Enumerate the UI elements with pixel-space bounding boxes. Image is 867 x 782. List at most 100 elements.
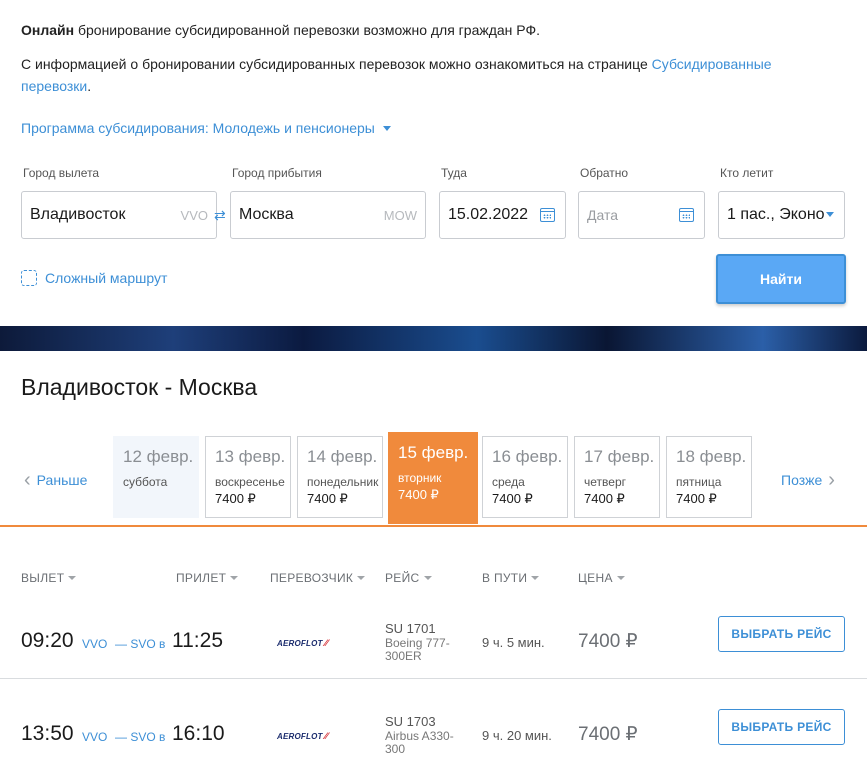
sort-icon (616, 576, 625, 580)
departure-time: 13:50 (21, 722, 74, 745)
info-text-2: С информацией о бронировании субсидирова… (21, 56, 652, 72)
header-label: РЕЙС (385, 571, 420, 585)
duration: 9 ч. 5 мин. (482, 635, 545, 650)
date-card[interactable]: 17 февр. четверг 7400 ₽ (574, 436, 660, 518)
date-card-weekday: среда (492, 475, 525, 489)
departure-time: 09:20 (21, 629, 74, 652)
wing-icon: ⁄⁄ (324, 731, 329, 741)
info-bold: Онлайн (21, 22, 75, 38)
aircraft: Boeing 777-300ER (385, 636, 450, 663)
there-date-field[interactable]: 15.02.2022 (439, 191, 566, 239)
header-label: ПЕРЕВОЗЧИК (270, 571, 354, 585)
from-value: Владивосток (30, 206, 126, 223)
header-label: ПРИЛЕТ (176, 571, 227, 585)
price: 7400 ₽ (578, 724, 638, 745)
header-flight[interactable]: РЕЙС (385, 571, 432, 585)
banner-image (0, 326, 867, 351)
date-card-weekday: вторник (398, 471, 442, 485)
header-arrival[interactable]: ПРИЛЕТ (176, 571, 239, 585)
aeroflot-logo: AEROFLOT ⁄⁄ (277, 638, 328, 648)
calendar-icon[interactable] (540, 208, 555, 222)
flight-number: SU 1703 (385, 714, 436, 729)
sort-icon (357, 576, 366, 580)
arrival-time: 16:10 (172, 722, 225, 745)
date-navigation: ‹ Раньше 12 февр. суббота 13 февр. воскр… (0, 432, 867, 527)
date-card[interactable]: 14 февр. понедельник 7400 ₽ (297, 436, 383, 518)
date-card-date: 16 февр. (492, 447, 563, 466)
select-flight-button[interactable]: ВЫБРАТЬ РЕЙС (718, 709, 845, 745)
chevron-right-icon: › (828, 469, 835, 491)
info-line-1: Онлайн бронирование субсидированной пере… (21, 19, 540, 41)
date-card-price: 7400 ₽ (398, 487, 439, 502)
who-value: 1 пас., Эконо (727, 206, 825, 223)
select-flight-button[interactable]: ВЫБРАТЬ РЕЙС (718, 616, 845, 652)
calendar-icon[interactable] (679, 208, 694, 222)
date-card-weekday: четверг (584, 475, 626, 489)
wing-icon: ⁄⁄ (324, 638, 329, 648)
sort-icon (68, 576, 77, 580)
caret-down-icon (826, 212, 834, 217)
header-duration[interactable]: В ПУТИ (482, 571, 540, 585)
later-label: Позже (781, 472, 823, 488)
date-card-price: 7400 ₽ (307, 491, 348, 506)
from-label: Город вылета (23, 166, 100, 180)
date-card-price: 7400 ₽ (676, 491, 717, 506)
flight-number: SU 1701 (385, 621, 436, 636)
info-text: бронирование субсидированной перевозки в… (74, 22, 541, 38)
date-card[interactable]: 18 февр. пятница 7400 ₽ (666, 436, 752, 518)
from-code: VVO (180, 207, 208, 223)
earlier-label: Раньше (36, 472, 88, 488)
info-line-2: С информацией о бронировании субсидирова… (21, 53, 811, 97)
date-card-date: 18 февр. (676, 447, 747, 466)
to-code: MOW (383, 207, 417, 223)
date-card[interactable]: 13 февр. воскресенье 7400 ₽ (205, 436, 291, 518)
flight-row: 09:20 VVO — SVO в 11:25 AEROFLOT ⁄⁄ SU 17… (0, 609, 867, 701)
header-carrier[interactable]: ПЕРЕВОЗЧИК (270, 571, 366, 585)
back-date-field[interactable]: Дата (578, 191, 705, 239)
date-card-price: 7400 ₽ (584, 491, 625, 506)
header-label: ВЫЛЕТ (21, 571, 65, 585)
from-field[interactable]: Владивосток VVO (21, 191, 217, 239)
back-placeholder: Дата (587, 207, 619, 223)
date-card: 12 февр. суббота (113, 436, 199, 518)
earlier-button[interactable]: ‹ Раньше (24, 469, 88, 491)
departure-code: VVO (82, 637, 108, 651)
swap-icon[interactable]: ⇄ (214, 207, 226, 224)
header-price[interactable]: ЦЕНА (578, 571, 625, 585)
find-button[interactable]: Найти (716, 254, 846, 304)
date-card-weekday: пятница (676, 475, 722, 489)
departure-code: VVO (82, 730, 108, 744)
arrival-time: 11:25 (172, 629, 223, 652)
later-button[interactable]: Позже › (781, 469, 835, 491)
flight-row: 13:50 VVO — SVO в 16:10 AEROFLOT ⁄⁄ SU 17… (0, 702, 867, 782)
header-label: ЦЕНА (578, 571, 613, 585)
sort-icon (230, 576, 239, 580)
to-field[interactable]: Москва MOW (230, 191, 426, 239)
carrier-name: AEROFLOT (277, 638, 323, 648)
chevron-left-icon: ‹ (24, 469, 31, 491)
date-card-weekday: воскресенье (215, 475, 285, 489)
date-card-date: 14 февр. (307, 447, 378, 466)
complex-route-link[interactable]: Сложный маршрут (21, 270, 167, 286)
sort-icon (531, 576, 540, 580)
caret-down-icon (382, 125, 391, 131)
aircraft: Airbus A330-300 (385, 729, 454, 756)
route-title: Владивосток - Москва (21, 374, 258, 400)
to-value: Москва (239, 206, 294, 223)
to-label: Город прибытия (232, 166, 322, 180)
who-label: Кто летит (720, 166, 774, 180)
date-card-date: 12 февр. (123, 447, 194, 466)
arrival-code: — SVO в (115, 730, 166, 744)
header-label: В ПУТИ (482, 571, 528, 585)
program-selector[interactable]: Программа субсидирования: Молодежь и пен… (21, 120, 391, 136)
program-label: Программа субсидирования: Молодежь и пен… (21, 120, 375, 136)
date-card-active[interactable]: 15 февр. вторник 7400 ₽ (388, 432, 478, 524)
complex-route-label: Сложный маршрут (45, 270, 168, 286)
date-card-date: 17 февр. (584, 447, 655, 466)
duration: 9 ч. 20 мин. (482, 728, 552, 743)
carrier-name: AEROFLOT (277, 731, 323, 741)
date-card-weekday: понедельник (307, 475, 379, 489)
date-card[interactable]: 16 февр. среда 7400 ₽ (482, 436, 568, 518)
passengers-field[interactable]: 1 пас., Эконо (718, 191, 845, 239)
header-departure[interactable]: ВЫЛЕТ (21, 571, 77, 585)
